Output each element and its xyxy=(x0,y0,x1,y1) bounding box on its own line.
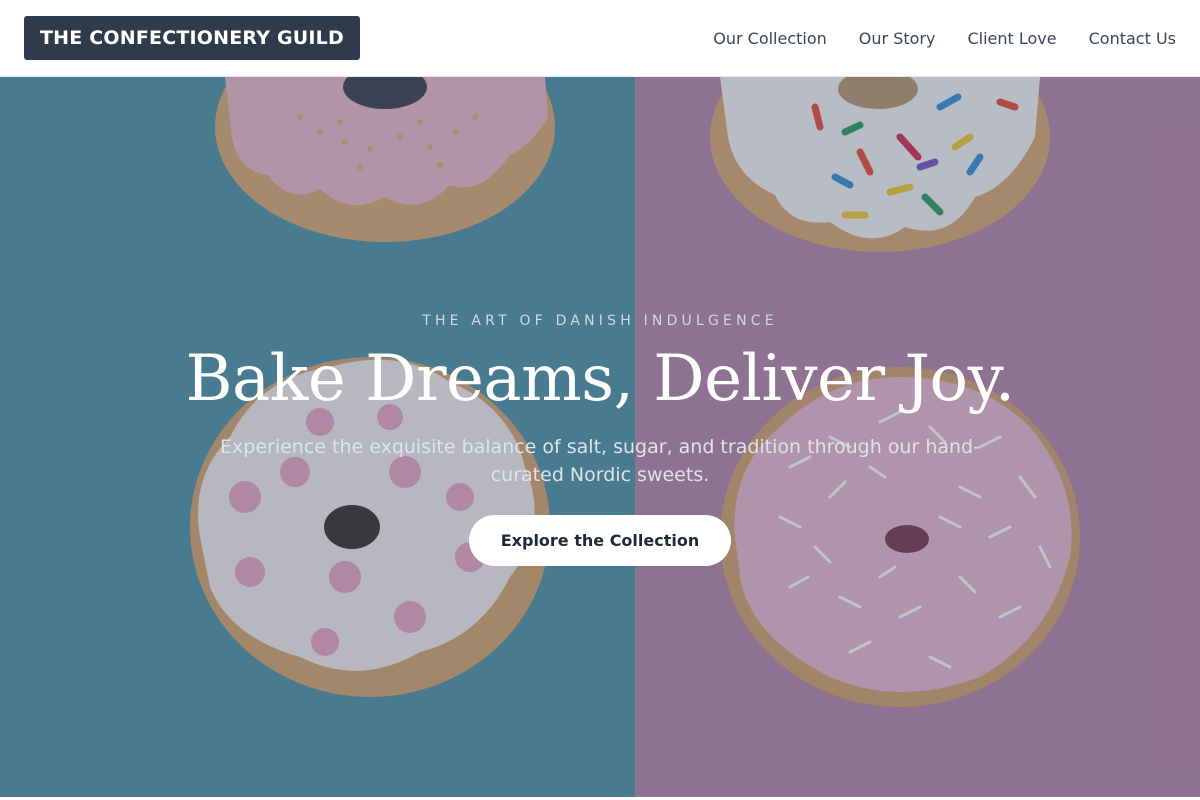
explore-collection-button[interactable]: Explore the Collection xyxy=(468,514,732,566)
hero-content: THE ART OF DANISH INDULGENCE Bake Dreams… xyxy=(0,77,1200,797)
nav-our-collection[interactable]: Our Collection xyxy=(713,29,827,48)
main-nav: Our Collection Our Story Client Love Con… xyxy=(713,29,1176,48)
brand-logo[interactable]: THE CONFECTIONERY GUILD xyxy=(24,16,360,60)
hero-eyebrow: THE ART OF DANISH INDULGENCE xyxy=(422,313,778,329)
nav-client-love[interactable]: Client Love xyxy=(967,29,1056,48)
nav-our-story[interactable]: Our Story xyxy=(859,29,936,48)
nav-contact-us[interactable]: Contact Us xyxy=(1089,29,1176,48)
hero-section: THE ART OF DANISH INDULGENCE Bake Dreams… xyxy=(0,77,1200,797)
site-header: THE CONFECTIONERY GUILD Our Collection O… xyxy=(0,0,1200,77)
hero-subheadline: Experience the exquisite balance of salt… xyxy=(220,435,980,486)
hero-headline: Bake Dreams, Deliver Joy. xyxy=(185,342,1015,416)
